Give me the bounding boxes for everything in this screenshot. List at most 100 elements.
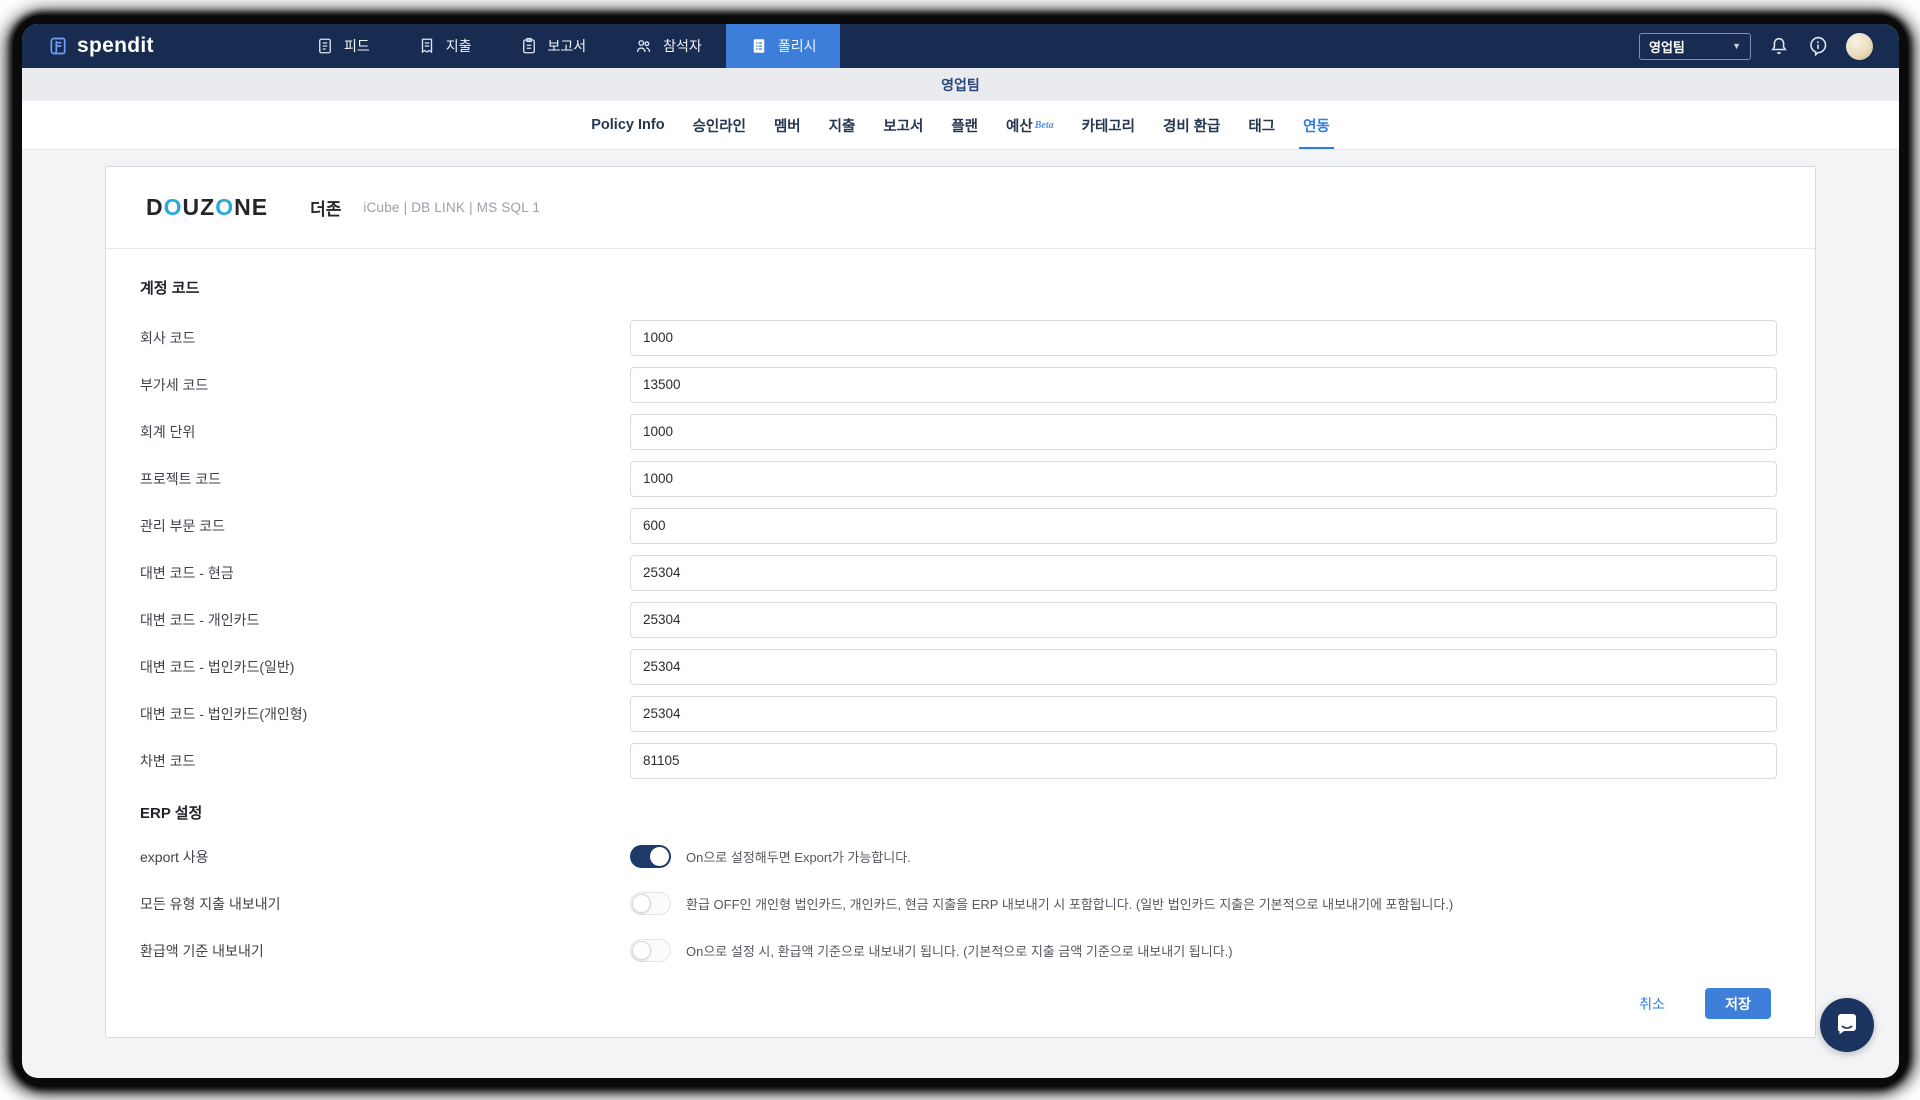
- integration-header: DOUZONE 더존 iCube | DB LINK | MS SQL 1: [106, 167, 1815, 249]
- field-label: 대변 코드 - 현금: [140, 564, 234, 581]
- tab-categories[interactable]: 카테고리: [1068, 101, 1149, 149]
- tab-policy-info[interactable]: Policy Info: [577, 101, 678, 149]
- field-row-credit-corp-card-general: 대변 코드 - 법인카드(일반): [140, 643, 1777, 690]
- toggle-label: 모든 유형 지출 내보내기: [140, 895, 281, 912]
- field-label: 대변 코드 - 법인카드(개인형): [140, 705, 308, 722]
- field-label: 회사 코드: [140, 329, 196, 346]
- field-row-credit-corp-card-personal: 대변 코드 - 법인카드(개인형): [140, 690, 1777, 737]
- integration-settings-card: DOUZONE 더존 iCube | DB LINK | MS SQL 1 계정…: [105, 166, 1816, 1038]
- nav-item-label: 피드: [344, 38, 370, 54]
- cancel-button[interactable]: 취소: [1639, 994, 1665, 1014]
- debit-code-input[interactable]: [630, 742, 1777, 779]
- integration-name: 더존: [310, 200, 342, 219]
- field-row-debit-code: 차변 코드: [140, 737, 1777, 784]
- attendees-icon: [634, 37, 653, 55]
- toggle-knob: [650, 847, 669, 866]
- tab-integration[interactable]: 연동: [1289, 101, 1344, 149]
- report-icon: [520, 37, 538, 55]
- field-row-mgmt-division-code: 관리 부문 코드: [140, 502, 1777, 549]
- tab-reports[interactable]: 보고서: [869, 101, 937, 149]
- nav-item-label: 폴리시: [777, 38, 817, 54]
- content-area: DOUZONE 더존 iCube | DB LINK | MS SQL 1 계정…: [22, 150, 1899, 1078]
- save-button[interactable]: 저장: [1705, 988, 1771, 1019]
- field-label: 차변 코드: [140, 752, 196, 769]
- tab-approval-line[interactable]: 승인라인: [679, 101, 760, 149]
- export-enabled-toggle[interactable]: [630, 845, 671, 868]
- accounting-unit-input[interactable]: [630, 413, 1777, 450]
- feed-icon: [316, 37, 334, 55]
- toggle-row-export-by-reimbursement: 환급액 기준 내보내기 On으로 설정 시, 환급액 기준으로 내보내기 됩니다…: [140, 927, 1777, 974]
- credit-corp-card-personal-input[interactable]: [630, 695, 1777, 732]
- toggle-row-export-all-types: 모든 유형 지출 내보내기 환급 OFF인 개인형 법인카드, 개인카드, 현금…: [140, 880, 1777, 927]
- toggle-label: 환급액 기준 내보내기: [140, 942, 264, 959]
- nav-item-attendees[interactable]: 참석자: [610, 24, 726, 68]
- douzone-logo: DOUZONE: [146, 194, 269, 220]
- project-code-input[interactable]: [630, 460, 1777, 497]
- top-navbar: spendit 피드 지출 보고서 참석자 폴리시 영업팀 ▼: [22, 24, 1899, 68]
- form-actions: 취소 저장: [140, 988, 1777, 1019]
- chat-bubble-icon: [1833, 1011, 1861, 1039]
- toggle-description: On으로 설정 시, 환급액 기준으로 내보내기 됩니다. (기본적으로 지출 …: [686, 944, 1233, 959]
- nav-item-label: 보고서: [547, 38, 587, 54]
- tab-expenses[interactable]: 지출: [815, 101, 870, 149]
- policy-tabs: Policy Info 승인라인 멤버 지출 보고서 플랜 예산 Beta 카테고…: [22, 101, 1899, 150]
- toggle-label: export 사용: [140, 848, 209, 865]
- app-window: spendit 피드 지출 보고서 참석자 폴리시 영업팀 ▼ 영업팀 Poli…: [22, 24, 1899, 1078]
- team-header-band: 영업팀: [22, 68, 1899, 101]
- beta-badge: Beta: [1034, 119, 1054, 131]
- erp-settings-heading: ERP 설정: [140, 805, 203, 822]
- notification-bell-icon[interactable]: [1768, 35, 1790, 57]
- tab-members[interactable]: 멤버: [760, 101, 815, 149]
- toggle-row-export-enabled: export 사용 On으로 설정해두면 Export가 가능합니다.: [140, 833, 1777, 880]
- expense-icon: [418, 37, 436, 55]
- account-codes-heading: 계정 코드: [140, 280, 200, 297]
- toggle-knob: [632, 894, 651, 913]
- toggle-description: On으로 설정해두면 Export가 가능합니다.: [686, 850, 911, 865]
- field-row-project-code: 프로젝트 코드: [140, 455, 1777, 502]
- integration-subtitle: iCube | DB LINK | MS SQL 1: [363, 200, 541, 215]
- integration-form: 계정 코드 회사 코드 부가세 코드 회계 단위 프로젝트 코드: [106, 249, 1815, 1019]
- field-label: 프로젝트 코드: [140, 470, 222, 487]
- help-icon[interactable]: [1807, 35, 1829, 57]
- team-selector-dropdown[interactable]: 영업팀 ▼: [1639, 32, 1751, 60]
- team-title: 영업팀: [941, 76, 980, 93]
- nav-item-policy[interactable]: 폴리시: [725, 24, 841, 68]
- export-by-reimbursement-toggle[interactable]: [630, 939, 671, 962]
- policy-icon: [750, 37, 768, 55]
- field-row-vat-code: 부가세 코드: [140, 361, 1777, 408]
- field-row-credit-cash: 대변 코드 - 현금: [140, 549, 1777, 596]
- credit-corp-card-general-input[interactable]: [630, 648, 1777, 685]
- nav-item-label: 지출: [445, 38, 472, 54]
- tab-reimbursement[interactable]: 경비 환급: [1149, 101, 1234, 149]
- team-selector-value: 영업팀: [1649, 39, 1685, 55]
- nav-item-feed[interactable]: 피드: [292, 24, 394, 68]
- toggle-knob: [632, 941, 651, 960]
- field-row-credit-personal-card: 대변 코드 - 개인카드: [140, 596, 1777, 643]
- credit-cash-input[interactable]: [630, 554, 1777, 591]
- spendit-scroll-icon: [48, 35, 68, 57]
- vat-code-input[interactable]: [630, 366, 1777, 403]
- toggle-description: 환급 OFF인 개인형 법인카드, 개인카드, 현금 지출을 ERP 내보내기 …: [686, 897, 1454, 912]
- field-label: 관리 부문 코드: [140, 517, 226, 534]
- field-label: 대변 코드 - 개인카드: [140, 611, 260, 628]
- avatar[interactable]: [1846, 32, 1873, 60]
- navbar-right: 영업팀 ▼: [1639, 24, 1899, 68]
- field-label: 회계 단위: [140, 423, 196, 440]
- tab-budget[interactable]: 예산 Beta: [992, 101, 1068, 149]
- nav-item-expense[interactable]: 지출: [394, 24, 496, 68]
- export-all-types-toggle[interactable]: [630, 892, 671, 915]
- field-row-accounting-unit: 회계 단위: [140, 408, 1777, 455]
- field-row-company-code: 회사 코드: [140, 314, 1777, 361]
- tab-plan[interactable]: 플랜: [937, 101, 992, 149]
- field-label: 부가세 코드: [140, 376, 209, 393]
- brand-logo[interactable]: spendit: [22, 24, 234, 68]
- tab-tags[interactable]: 태그: [1234, 101, 1289, 149]
- company-code-input[interactable]: [630, 319, 1777, 356]
- field-label: 대변 코드 - 법인카드(일반): [140, 658, 295, 675]
- chat-launcher-button[interactable]: [1820, 998, 1874, 1052]
- nav-item-reports[interactable]: 보고서: [496, 24, 611, 68]
- chevron-down-icon: ▼: [1732, 41, 1741, 51]
- mgmt-division-code-input[interactable]: [630, 507, 1777, 544]
- credit-personal-card-input[interactable]: [630, 601, 1777, 638]
- nav-item-label: 참석자: [663, 38, 702, 54]
